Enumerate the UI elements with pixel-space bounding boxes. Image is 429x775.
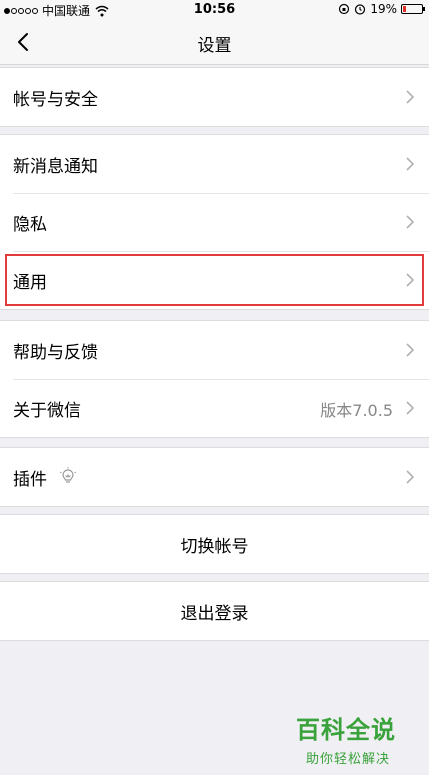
switch-account-label: 切换帐号	[180, 537, 249, 557]
status-bar: 中国联通 10:56 19%	[0, 0, 429, 20]
group-logout: 退出登录	[0, 581, 429, 641]
group-switch-account: 切换帐号	[0, 514, 429, 574]
battery-level	[403, 6, 407, 12]
cell-new-message-notification[interactable]: 新消息通知	[0, 135, 429, 193]
chevron-right-icon	[406, 273, 415, 287]
cell-label: 通用	[13, 273, 47, 293]
cell-privacy[interactable]: 隐私	[0, 193, 429, 251]
status-right: 19%	[338, 2, 425, 16]
logout-label: 退出登录	[180, 604, 249, 624]
highlight-box	[5, 254, 424, 306]
navigation-bar: 设置	[0, 20, 429, 65]
cell-about-wechat[interactable]: 关于微信 版本7.0.5	[0, 379, 429, 437]
chevron-right-icon	[406, 401, 415, 415]
cell-general[interactable]: 通用	[0, 251, 429, 309]
cell-label: 新消息通知	[13, 157, 98, 177]
cell-account-security[interactable]: 帐号与安全	[0, 68, 429, 126]
battery-percent: 19%	[370, 2, 397, 16]
chevron-right-icon	[406, 343, 415, 357]
page-title: 设置	[197, 36, 232, 56]
group-account: 帐号与安全	[0, 67, 429, 127]
group-help: 帮助与反馈 关于微信 版本7.0.5	[0, 320, 429, 438]
chevron-right-icon	[406, 90, 415, 104]
cell-label: 帮助与反馈	[13, 343, 98, 363]
cell-label: 帐号与安全	[13, 90, 98, 110]
chevron-right-icon	[406, 470, 415, 484]
switch-account-button[interactable]: 切换帐号	[0, 515, 429, 573]
battery-icon	[401, 4, 425, 14]
cell-help-feedback[interactable]: 帮助与反馈	[0, 321, 429, 379]
chevron-right-icon	[406, 215, 415, 229]
lightbulb-icon	[59, 467, 77, 483]
version-value: 版本7.0.5	[320, 401, 393, 420]
rotation-lock-icon	[339, 3, 350, 15]
chevron-right-icon	[406, 157, 415, 171]
watermark-subtitle: 助你轻松解决	[306, 752, 391, 767]
cell-label: 隐私	[13, 215, 47, 235]
group-main: 新消息通知 隐私 通用	[0, 134, 429, 310]
group-plugins: 插件	[0, 447, 429, 507]
watermark-title: 百科全说	[296, 716, 396, 744]
cell-label: 关于微信	[13, 401, 81, 421]
alarm-icon	[355, 4, 366, 15]
cell-label: 插件	[13, 470, 47, 490]
cell-plugins[interactable]: 插件	[0, 448, 429, 506]
logout-button[interactable]: 退出登录	[0, 582, 429, 640]
watermark: 百科全说 助你轻松解决	[296, 710, 418, 768]
